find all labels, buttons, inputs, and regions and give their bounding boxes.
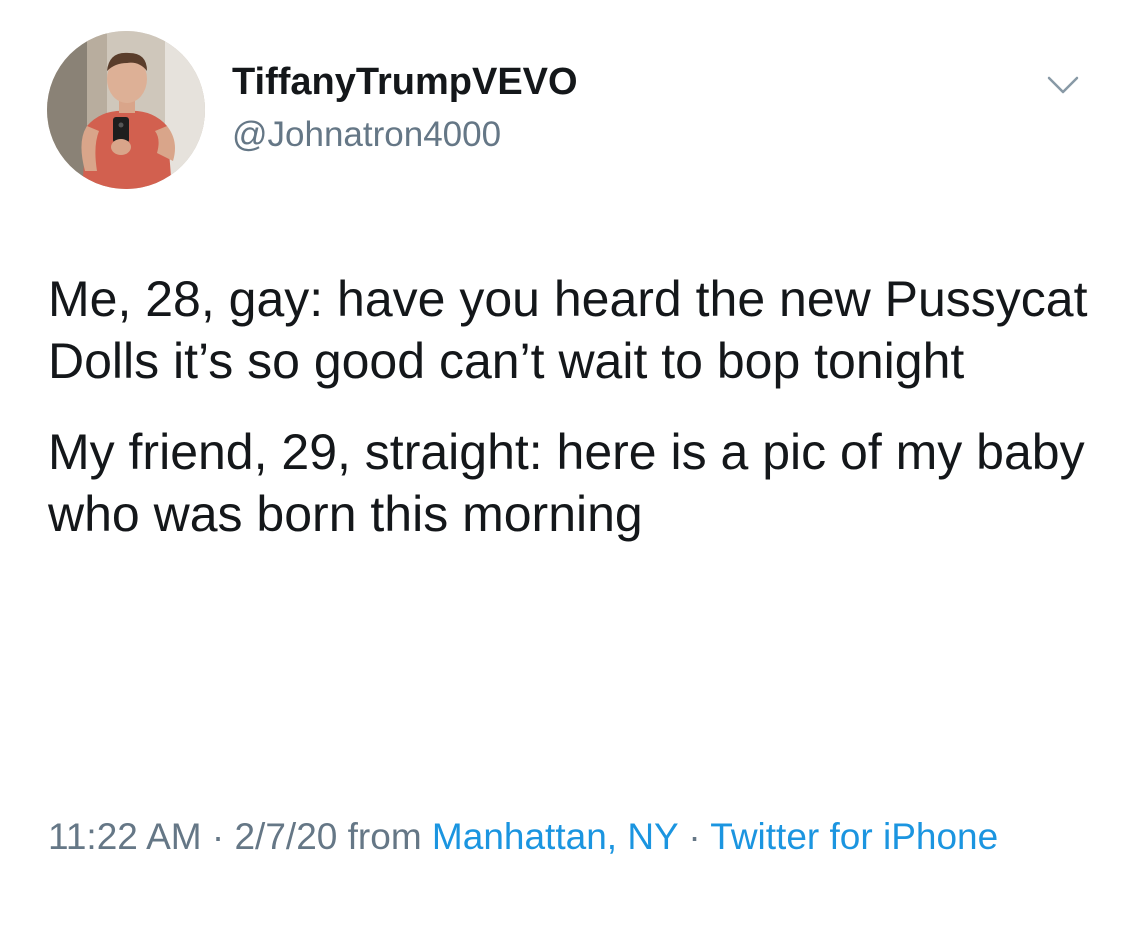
source-link[interactable]: Twitter for iPhone: [710, 816, 998, 857]
tweet-date[interactable]: 2/7/20: [234, 816, 337, 857]
tweet-paragraph: Me, 28, gay: have you heard the new Puss…: [48, 271, 1088, 389]
tweet-paragraph: My friend, 29, straight: here is a pic o…: [48, 424, 1085, 542]
location-link[interactable]: Manhattan, NY: [432, 816, 678, 857]
user-handle[interactable]: @Johnatron4000: [232, 114, 501, 156]
display-name[interactable]: TiffanyTrumpVEVO: [232, 60, 578, 104]
tweet-card: TiffanyTrumpVEVO @Johnatron4000 Me, 28, …: [0, 0, 1122, 939]
tweet-metadata: 11:22 AM · 2/7/20 from Manhattan, NY · T…: [48, 808, 1098, 866]
separator-dot: ·: [678, 816, 711, 857]
tweet-time[interactable]: 11:22 AM: [48, 816, 202, 857]
from-label: from: [337, 816, 432, 857]
avatar-photo: [47, 31, 205, 189]
chevron-down-icon[interactable]: [1045, 72, 1081, 98]
avatar[interactable]: [47, 31, 205, 189]
tweet-text: Me, 28, gay: have you heard the new Puss…: [48, 268, 1088, 574]
separator-dot: ·: [201, 816, 235, 857]
